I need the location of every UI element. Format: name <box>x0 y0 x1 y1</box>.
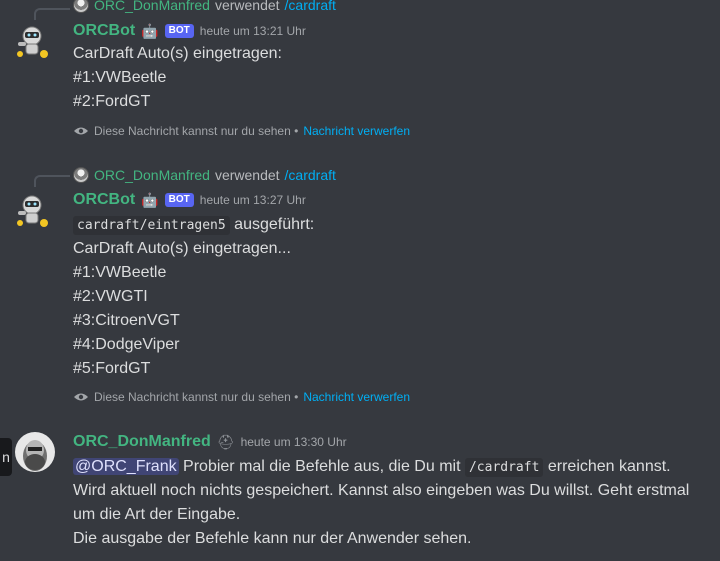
timestamp[interactable]: heute um 13:21 Uhr <box>200 24 306 38</box>
message-line: #2:FordGT <box>73 93 151 110</box>
ephemeral-text: Diese Nachricht kannst nur du sehen • <box>94 124 299 138</box>
eye-icon <box>74 127 88 135</box>
reply-connector <box>34 8 70 20</box>
robot-icon: 🤖 <box>141 191 159 208</box>
message-line: #1:VWBeetle <box>73 69 167 86</box>
user-mention[interactable]: @ORC_Frank <box>73 458 179 475</box>
message-line: Wird aktuell noch nichts gespeichert. Ka… <box>73 482 690 499</box>
reply-avatar <box>73 0 89 13</box>
message-line: #3:CitroenVGT <box>73 312 180 329</box>
ephemeral-notice: Diese Nachricht kannst nur du sehen • Na… <box>73 390 410 404</box>
message-line: CarDraft Auto(s) eingetragen... <box>73 240 291 257</box>
reply-avatar <box>73 167 89 183</box>
reply-username[interactable]: ORC_DonManfred <box>94 167 210 183</box>
reply-reference[interactable]: ORC_DonManfred verwendet /cardraft <box>73 0 336 13</box>
reply-verb: verwendet <box>214 0 280 13</box>
author-name[interactable]: ORC_DonManfred <box>73 433 211 451</box>
inline-code: /cardraft <box>464 458 544 477</box>
timestamp[interactable]: heute um 13:30 Uhr <box>241 435 347 449</box>
reply-verb: verwendet <box>214 167 280 183</box>
message-line: #4:DodgeViper <box>73 336 180 353</box>
tooltip-fragment: n <box>0 438 12 476</box>
message-line: #5:FordGT <box>73 360 151 377</box>
message-line: um die Art der Eingabe. <box>73 506 241 523</box>
command-line: cardraft/eintragen5 ausgeführt: <box>73 214 314 237</box>
text-after-code: erreichen kannst. <box>547 458 671 475</box>
command-suffix: ausgeführt: <box>234 216 315 233</box>
bot-avatar[interactable] <box>12 20 52 60</box>
robot-icon: 🤖 <box>141 22 159 39</box>
user-avatar[interactable] <box>15 432 55 472</box>
bot-tag: BOT <box>164 24 194 38</box>
reply-username[interactable]: ORC_DonManfred <box>94 0 210 13</box>
message-first-line: @ORC_Frank Probier mal die Befehle aus, … <box>73 456 671 479</box>
reply-command[interactable]: /cardraft <box>285 167 336 183</box>
eye-icon <box>74 393 88 401</box>
author-name[interactable]: ORCBot <box>73 22 135 40</box>
reply-reference[interactable]: ORC_DonManfred verwendet /cardraft <box>73 167 336 183</box>
reply-command[interactable]: /cardraft <box>285 0 336 13</box>
author-name[interactable]: ORCBot <box>73 191 135 209</box>
bot-tag: BOT <box>164 193 194 207</box>
reply-connector <box>34 175 70 187</box>
helmet-icon: ⛑ <box>216 433 235 450</box>
timestamp[interactable]: heute um 13:27 Uhr <box>200 193 306 207</box>
message-line: CarDraft Auto(s) eingetragen: <box>73 45 282 62</box>
inline-code: cardraft/eintragen5 <box>73 216 230 235</box>
bot-avatar[interactable] <box>12 189 52 229</box>
dismiss-message-link[interactable]: Nachricht verwerfen <box>303 124 410 138</box>
ephemeral-text: Diese Nachricht kannst nur du sehen • <box>94 390 299 404</box>
ephemeral-notice: Diese Nachricht kannst nur du sehen • Na… <box>73 124 410 138</box>
message-line: #2:VWGTI <box>73 288 148 305</box>
message-line: #1:VWBeetle <box>73 264 167 281</box>
message-line: Die ausgabe der Befehle kann nur der Anw… <box>73 530 472 547</box>
chat-view: ORC_DonManfred verwendet /cardraft ORCBo… <box>0 0 720 561</box>
dismiss-message-link[interactable]: Nachricht verwerfen <box>303 390 410 404</box>
text-before-code: Probier mal die Befehle aus, die Du mit <box>183 458 461 475</box>
